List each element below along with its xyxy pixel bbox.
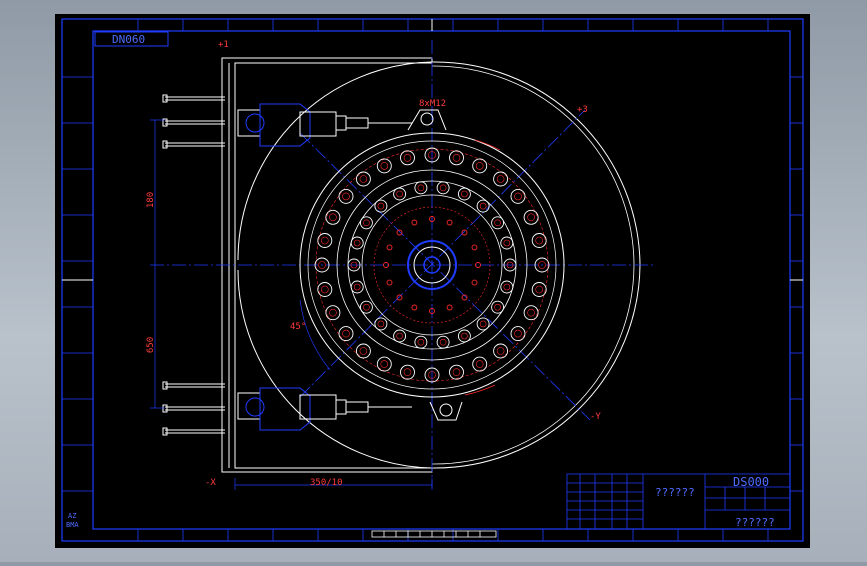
- axis-mark-bottom-right: -Y: [590, 412, 601, 422]
- axis-mark-top-right: +3: [577, 105, 588, 115]
- bottom-width-dimension: 350/10: [310, 478, 343, 488]
- angle-dimension: 45°: [290, 322, 307, 332]
- left-lower-dimension: 650: [146, 336, 157, 354]
- margin-code-1: AZ: [68, 512, 77, 520]
- margin-code-2: BMA: [66, 521, 79, 529]
- top-bolt-dimension: 8xM12: [419, 99, 447, 109]
- axis-mark-top-left: +1: [218, 40, 229, 50]
- cad-drawing-viewport[interactable]: DN060 +1 -X +3 -Y 8xM12 180 650 350/10 4…: [0, 0, 867, 562]
- title-block-name: ??????: [655, 486, 695, 499]
- title-block-bottom-right: ??????: [735, 516, 775, 529]
- axis-mark-bottom-left: -X: [205, 478, 216, 488]
- drawing-number: DS000: [733, 475, 770, 489]
- code-box-label: DN060: [112, 33, 146, 46]
- left-upper-dimension: 180: [146, 191, 157, 209]
